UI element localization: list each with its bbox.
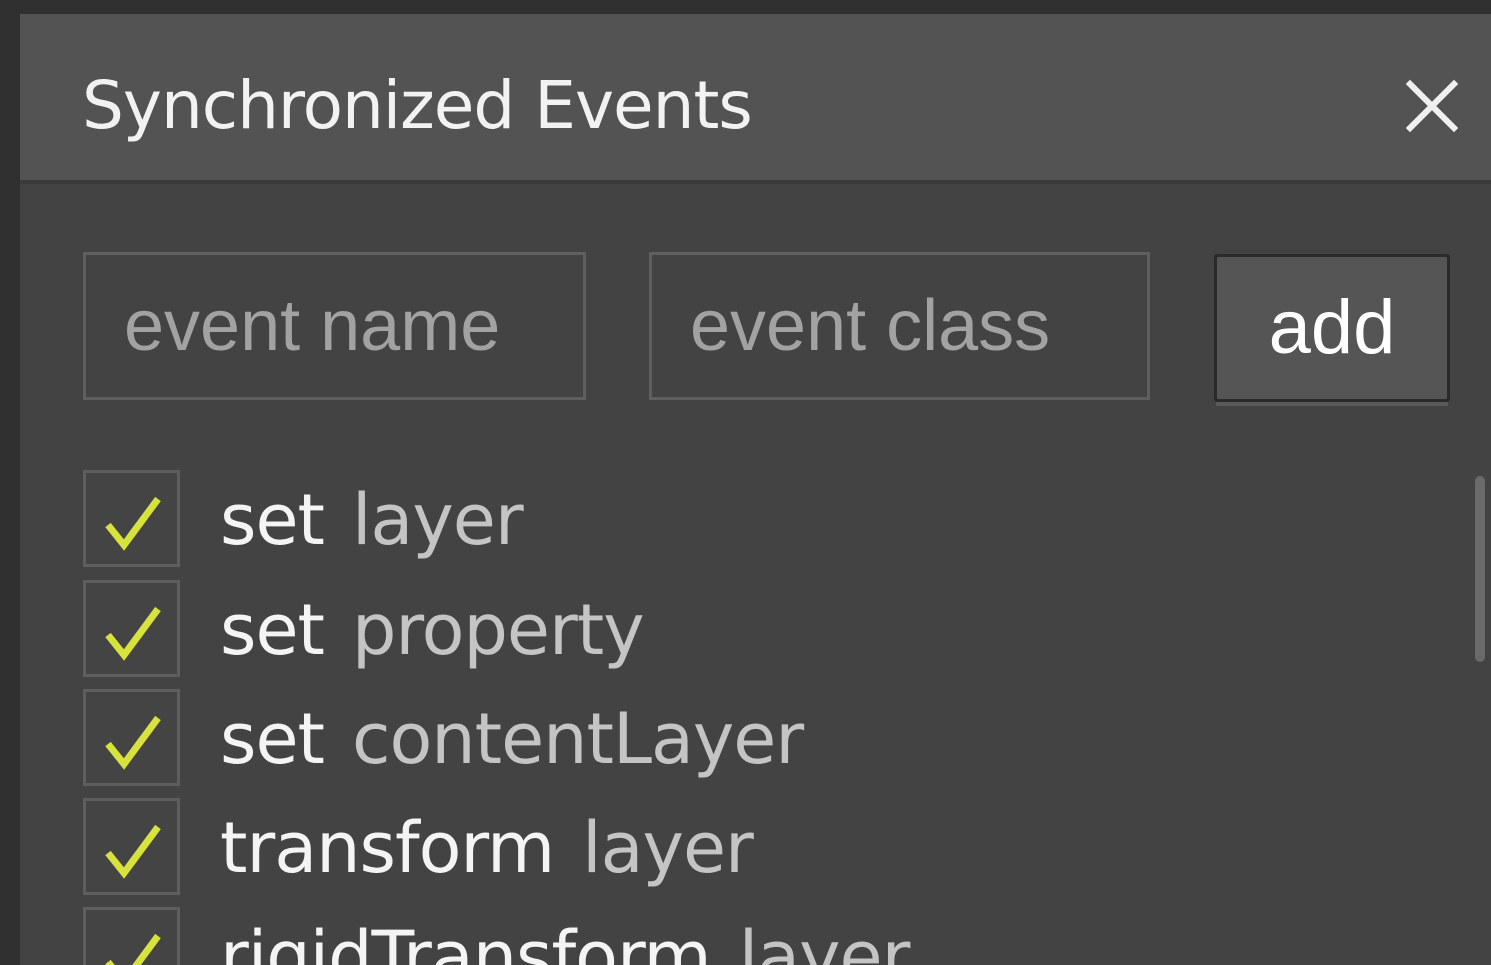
add-button[interactable]: add bbox=[1214, 254, 1450, 402]
event-label: set layer bbox=[220, 478, 524, 562]
panel-title: Synchronized Events bbox=[82, 67, 753, 144]
list-item: rigidTransform layer bbox=[82, 907, 1382, 965]
event-name: rigidTransform bbox=[220, 916, 712, 965]
event-checkbox[interactable] bbox=[83, 907, 180, 965]
event-label: transform layer bbox=[220, 806, 754, 890]
checkmark-icon bbox=[105, 496, 161, 551]
list-item: transform layer bbox=[82, 798, 1382, 898]
checkmark-icon bbox=[105, 715, 161, 770]
list-item: set property bbox=[82, 580, 1382, 680]
event-checkbox[interactable] bbox=[83, 689, 180, 786]
close-icon bbox=[1405, 79, 1459, 133]
checkmark-icon bbox=[105, 933, 161, 965]
event-class-input[interactable] bbox=[649, 252, 1150, 400]
list-item: set layer bbox=[82, 470, 1382, 570]
event-class: property bbox=[351, 589, 645, 671]
list-scrollbar[interactable] bbox=[1475, 476, 1485, 662]
event-class: layer bbox=[738, 916, 911, 965]
event-label: set property bbox=[220, 588, 645, 672]
panel-titlebar: Synchronized Events bbox=[20, 14, 1491, 184]
event-name: set bbox=[220, 698, 325, 780]
checkmark-icon bbox=[105, 606, 161, 661]
event-class: contentLayer bbox=[351, 698, 804, 780]
synchronized-events-panel: Synchronized Events add set layer bbox=[20, 14, 1491, 965]
event-label: set contentLayer bbox=[220, 697, 804, 781]
event-name: set bbox=[220, 479, 325, 561]
checkmark-icon bbox=[105, 824, 161, 879]
event-name: transform bbox=[220, 807, 555, 889]
event-class: layer bbox=[582, 807, 754, 889]
event-checkbox[interactable] bbox=[83, 798, 180, 895]
event-checkbox[interactable] bbox=[83, 470, 180, 567]
list-item: set contentLayer bbox=[82, 689, 1382, 789]
event-name-input[interactable] bbox=[83, 252, 586, 400]
event-list: set layer set property set contentLayer bbox=[82, 470, 1462, 965]
event-checkbox[interactable] bbox=[83, 580, 180, 677]
event-label: rigidTransform layer bbox=[220, 915, 911, 965]
close-button[interactable] bbox=[1402, 76, 1462, 136]
event-name: set bbox=[220, 589, 325, 671]
event-class: layer bbox=[351, 479, 524, 561]
